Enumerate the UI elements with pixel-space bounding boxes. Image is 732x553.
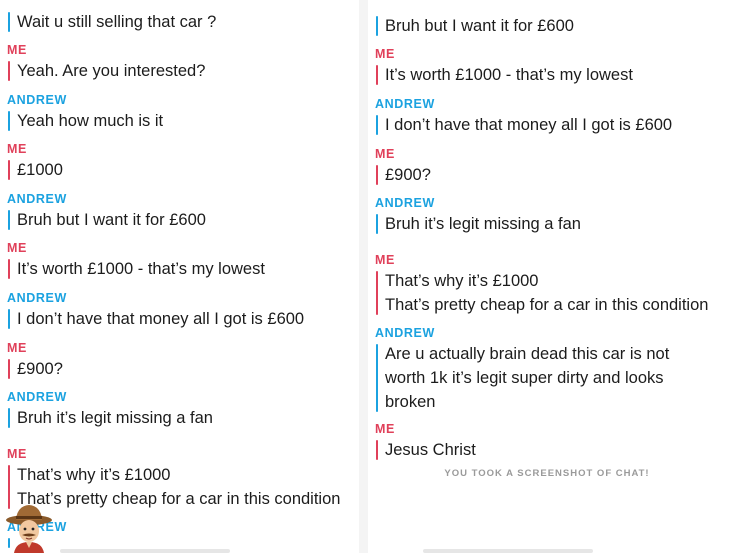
message-text[interactable]: £900? <box>376 163 726 187</box>
message-text[interactable]: It’s worth £1000 - that’s my lowest <box>8 257 358 281</box>
message: ME £900? <box>375 147 726 187</box>
message: ANDREW Bruh it’s legit missing a fan <box>7 390 358 430</box>
message: ME Yeah. Are you interested? <box>7 43 358 83</box>
cowboy-avatar-icon[interactable] <box>4 500 54 553</box>
message: ANDREW Yeah how much is it <box>7 93 358 133</box>
message: ME £900? <box>7 341 358 381</box>
message-text[interactable]: Jesus Christ <box>376 438 726 462</box>
message: ME That’s why it’s £1000 That’s pretty c… <box>375 253 726 317</box>
message: ANDREW I don’t have that money all I got… <box>7 291 358 331</box>
chat-panel-left: Wait u still selling that car ? ME Yeah.… <box>0 0 358 553</box>
message-text[interactable]: Bruh but I want it for £600 <box>376 14 726 38</box>
sender-label: ANDREW <box>7 93 67 107</box>
message-text-multiline[interactable]: That’s why it’s £1000 That’s pretty chea… <box>8 463 358 511</box>
message-text[interactable]: Yeah how much is it <box>8 109 358 133</box>
scroll-indicator <box>423 549 593 553</box>
message: ANDREW <box>7 520 358 550</box>
sender-label: ME <box>7 43 27 57</box>
sender-label: ME <box>7 341 27 355</box>
message: ANDREW Bruh it’s legit missing a fan <box>375 196 726 236</box>
sender-label: ANDREW <box>7 520 358 536</box>
scroll-indicator <box>60 549 230 553</box>
sender-label: ANDREW <box>375 196 435 210</box>
message-text[interactable] <box>8 536 358 550</box>
sender-label: ANDREW <box>7 192 67 206</box>
message-line: That’s pretty cheap for a car in this co… <box>17 490 341 508</box>
message: ME It’s worth £1000 - that’s my lowest <box>7 241 358 281</box>
message-text[interactable]: Bruh but I want it for £600 <box>8 208 358 232</box>
sender-label: ME <box>7 241 27 255</box>
message-text[interactable]: It’s worth £1000 - that’s my lowest <box>376 63 726 87</box>
screenshot-notice: YOU TOOK A SCREENSHOT OF CHAT! <box>444 468 650 479</box>
message: ANDREW Are u actually brain dead this ca… <box>375 326 726 414</box>
message-text[interactable]: £1000 <box>8 158 358 182</box>
message: Wait u still selling that car ? <box>7 10 358 34</box>
sender-label: ME <box>375 253 395 267</box>
message: ME It’s worth £1000 - that’s my lowest <box>375 47 726 87</box>
message-text[interactable]: £900? <box>8 357 358 381</box>
sender-label: ANDREW <box>375 326 435 340</box>
message: ME £1000 <box>7 142 358 182</box>
sender-label: ANDREW <box>7 390 67 404</box>
message-line: That’s pretty cheap for a car in this co… <box>385 296 709 314</box>
message-text[interactable]: Bruh it’s legit missing a fan <box>376 212 726 236</box>
message: ANDREW I don’t have that money all I got… <box>375 97 726 137</box>
sender-label: ME <box>375 422 395 436</box>
message: ME That’s why it’s £1000 That’s pretty c… <box>7 447 358 511</box>
sender-label: ME <box>375 47 395 61</box>
chat-panel-right: Bruh but I want it for £600 ME It’s wort… <box>368 0 726 553</box>
message: ANDREW Bruh but I want it for £600 <box>7 192 358 232</box>
message-text[interactable]: Bruh it’s legit missing a fan <box>8 406 358 430</box>
message-text[interactable]: Are u actually brain dead this car is no… <box>376 342 705 414</box>
message: Bruh but I want it for £600 <box>375 14 726 38</box>
message-line: That’s why it’s £1000 <box>17 466 171 484</box>
sender-label: ME <box>7 142 27 156</box>
sender-label: ME <box>7 447 27 461</box>
message-text-multiline[interactable]: That’s why it’s £1000 That’s pretty chea… <box>376 269 726 317</box>
message-line: That’s why it’s £1000 <box>385 272 539 290</box>
message-text[interactable]: I don’t have that money all I got is £60… <box>8 307 358 331</box>
message-text[interactable]: Yeah. Are you interested? <box>8 59 358 83</box>
message-text[interactable]: I don’t have that money all I got is £60… <box>376 113 726 137</box>
message: ME Jesus Christ <box>375 422 726 462</box>
sender-label: ME <box>375 147 395 161</box>
panel-divider <box>359 0 368 553</box>
sender-label: ANDREW <box>7 291 67 305</box>
message-text[interactable]: Wait u still selling that car ? <box>8 10 358 34</box>
sender-label: ANDREW <box>375 97 435 111</box>
